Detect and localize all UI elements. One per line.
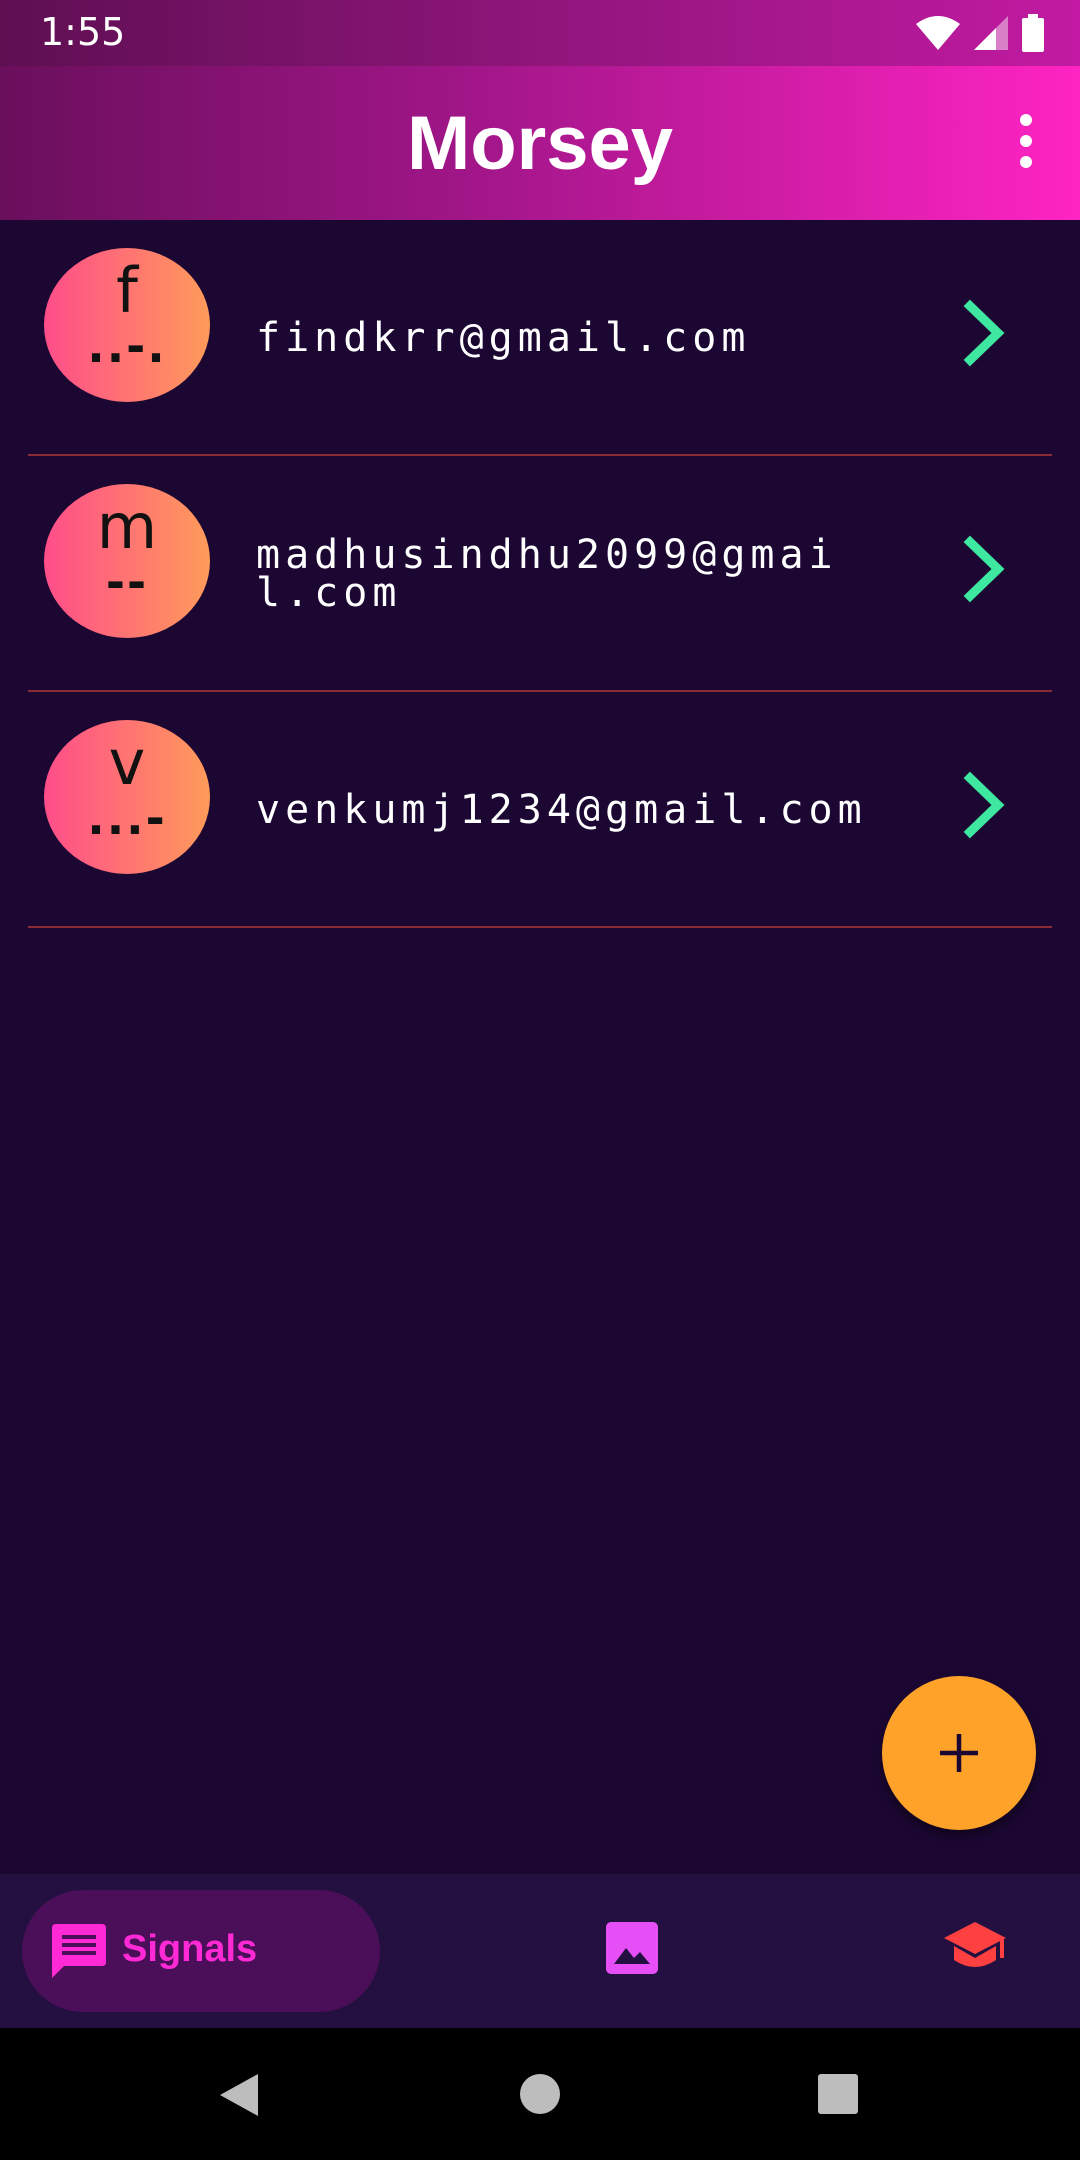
avatar: f ..-. <box>44 248 210 402</box>
bottom-navigation: Signals <box>0 1874 1080 2028</box>
app-bar: Morsey <box>0 66 1080 220</box>
nav-signals-tab[interactable]: Signals <box>22 1890 380 2012</box>
avatar: m -- <box>44 484 210 638</box>
chevron-right-icon[interactable] <box>960 534 1010 604</box>
avatar-letter: m <box>96 490 158 563</box>
image-icon[interactable] <box>606 1922 658 1974</box>
app-title: Morsey <box>406 101 674 186</box>
contact-row[interactable]: f ..-. findkrr@gmail.com <box>0 220 1080 456</box>
status-time: 1:55 <box>40 10 126 54</box>
more-options-button[interactable] <box>1002 106 1050 176</box>
school-icon[interactable] <box>942 1920 1008 1974</box>
contact-row[interactable]: v ...- venkumj1234@gmail.com <box>0 692 1080 928</box>
more-vert-icon <box>1020 114 1032 168</box>
avatar-letter: f <box>116 254 138 327</box>
avatar: v ...- <box>44 720 210 874</box>
chevron-right-icon[interactable] <box>960 298 1010 368</box>
message-icon <box>52 1924 106 1978</box>
battery-icon <box>1022 14 1044 52</box>
add-icon <box>940 1734 978 1772</box>
nav-signals-label: Signals <box>122 1928 258 1970</box>
status-icons <box>916 14 1044 52</box>
back-icon[interactable] <box>218 2072 260 2118</box>
chevron-right-icon[interactable] <box>960 770 1010 840</box>
home-icon[interactable] <box>520 2074 560 2114</box>
recents-icon[interactable] <box>818 2074 858 2114</box>
signal-icon <box>974 16 1008 50</box>
contact-email: madhusindhu2099@gmail.com <box>256 532 838 616</box>
avatar-letter: v <box>108 726 146 799</box>
system-navigation-bar <box>0 2028 1080 2160</box>
divider <box>28 926 1052 928</box>
status-bar: 1:55 <box>0 0 1080 66</box>
contact-email: findkrr@gmail.com <box>256 315 751 361</box>
contact-email: venkumj1234@gmail.com <box>256 787 867 833</box>
avatar-morse: -- <box>105 555 149 609</box>
wifi-icon <box>916 16 960 50</box>
contact-row[interactable]: m -- madhusindhu2099@gmail.com <box>0 456 1080 692</box>
avatar-morse: ..-. <box>87 319 167 373</box>
avatar-morse: ...- <box>87 791 167 845</box>
add-contact-button[interactable] <box>882 1676 1036 1830</box>
contact-list: f ..-. findkrr@gmail.com m -- madhusindh… <box>0 220 1080 928</box>
